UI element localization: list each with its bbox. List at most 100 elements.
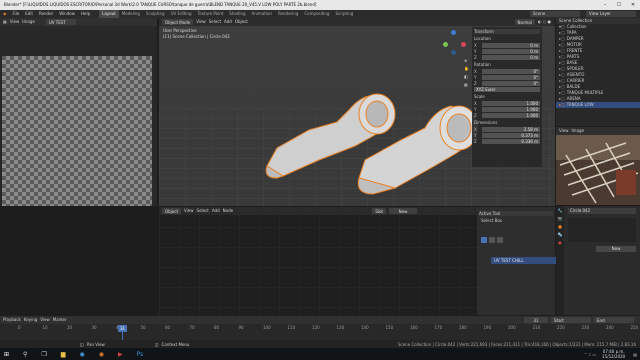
menu-edit[interactable]: Edit — [22, 10, 36, 18]
node-menu-select[interactable]: Select — [197, 207, 209, 215]
zoom-icon[interactable]: ⊕ — [464, 58, 469, 63]
navigation-gizmo[interactable] — [441, 30, 467, 56]
tray-icons[interactable]: ⌃ ♪ ▭ — [584, 352, 596, 357]
timeline-ruler[interactable]: 0102030405060708090100110120130140150160… — [0, 325, 640, 331]
material-icon[interactable]: ● — [558, 240, 562, 245]
maximize-icon[interactable]: ☐ — [612, 0, 626, 10]
uv-image-selector[interactable]: UV TEST — [45, 19, 76, 25]
timeline-menu-view[interactable]: View — [40, 316, 50, 324]
media-icon[interactable]: ▶ — [118, 351, 123, 358]
tab-sculpting[interactable]: Sculpting — [143, 10, 168, 18]
new-material-button[interactable]: New — [389, 208, 417, 214]
menu-file[interactable]: File — [10, 10, 23, 18]
timeline-menu-marker[interactable]: Marker — [53, 316, 67, 324]
tab-scripting[interactable]: Scripting — [332, 10, 356, 18]
photoshop-icon[interactable]: Ps — [137, 351, 144, 358]
material-slot-list[interactable] — [568, 218, 636, 242]
close-icon[interactable]: ✕ — [626, 0, 640, 10]
location-z-row[interactable]: Z0 m — [474, 54, 540, 60]
end-frame-field[interactable]: End — [594, 317, 634, 323]
minimize-icon[interactable]: – — [598, 0, 612, 10]
menu-render[interactable]: Render — [36, 10, 56, 18]
reference-photo — [556, 135, 640, 205]
uv-editor[interactable]: ▦ View Image UV TEST — [0, 18, 157, 206]
notification-icon[interactable]: ▤ — [633, 352, 637, 357]
tab-modeling[interactable]: Modeling — [119, 10, 143, 18]
rotation-mode[interactable]: XYZ Euler — [474, 86, 540, 92]
image-menu-image[interactable]: Image — [572, 127, 585, 135]
current-frame-field[interactable]: 31 — [524, 317, 548, 323]
pan-icon[interactable]: ✋ — [464, 66, 469, 71]
node-editor-type[interactable]: Object — [162, 208, 182, 214]
gizmo-neg-z-dot — [451, 50, 456, 55]
timeline-menu-playback[interactable]: Playback — [3, 316, 21, 324]
outliner[interactable]: Scene Collection ▾▢ Collection ▸▢ TAPA ▸▢ D… — [556, 18, 640, 126]
start-frame-field[interactable]: Start — [551, 317, 591, 323]
image-menu-view[interactable]: View — [559, 127, 569, 135]
active-tool-name[interactable]: Select Box — [481, 218, 553, 223]
browser-icon[interactable]: ◉ — [79, 351, 84, 358]
blender-logo-icon[interactable]: ◉ — [0, 10, 10, 18]
scale-y-row[interactable]: Y 1.000 — [474, 106, 540, 112]
node-editor-header: Object View Select Add Node Slot New — [159, 207, 477, 215]
location-x-row[interactable]: X0 m — [474, 42, 540, 48]
select-extend-icon[interactable] — [489, 237, 495, 243]
tab-rendering[interactable]: Rendering — [275, 10, 301, 18]
slot-selector[interactable]: Slot — [372, 208, 386, 214]
object-icon[interactable]: ■ — [558, 224, 562, 229]
timeline[interactable]: Playback Keying View Marker 31 Start End… — [0, 316, 640, 340]
tab-texture-paint[interactable]: Texture Paint — [194, 10, 226, 18]
view-layer-selector[interactable]: View Layer — [586, 11, 636, 17]
3d-viewport[interactable]: Object Mode View Select Add Object Norma… — [159, 18, 555, 206]
tab-shading[interactable]: Shading — [226, 10, 248, 18]
timeline-menu-keying[interactable]: Keying — [24, 316, 37, 324]
search-icon[interactable]: ⚲ — [23, 351, 27, 358]
scale-x-row[interactable]: X 1.000 — [474, 100, 540, 106]
task-view-icon[interactable]: ❐ — [41, 351, 46, 358]
shader-node-editor[interactable]: Object View Select Add Node Slot New — [159, 207, 477, 315]
rotation-x-row[interactable]: X 0° — [474, 68, 540, 74]
dimensions-z-row[interactable]: Z 0.336 m — [474, 138, 540, 144]
properties-editor[interactable]: 🔧 📷 ■ 🔩 ● Circle.042 New — [556, 206, 640, 315]
editor-type-icon[interactable]: ▦ — [3, 18, 7, 26]
select-box-icon[interactable] — [481, 237, 487, 243]
rotation-label: Rotation — [474, 62, 491, 67]
explorer-icon[interactable]: ▆ — [61, 351, 66, 358]
modifier-icon[interactable]: 🔩 — [558, 232, 563, 237]
mouse-context-icon: ◫ — [154, 341, 159, 347]
menu-window[interactable]: Window — [56, 10, 78, 18]
node-menu-node[interactable]: Node — [223, 207, 233, 215]
dimensions-y-row[interactable]: Y 0.373 m — [474, 132, 540, 138]
image-preview-editor[interactable]: View Image — [556, 127, 640, 205]
scale-z-row[interactable]: Z 1.000 — [474, 112, 540, 118]
scene-selector[interactable]: Scene — [530, 11, 580, 17]
tool-icon[interactable]: 🔧 — [558, 208, 563, 213]
playhead[interactable]: 31 — [118, 325, 127, 332]
node-menu-add[interactable]: Add — [212, 207, 220, 215]
timeline-tick-label: 230 — [581, 325, 590, 330]
grid-icon[interactable]: ▦ — [464, 82, 469, 87]
object-name-field[interactable]: Circle.042 — [568, 208, 636, 214]
render-icon[interactable]: 📷 — [558, 216, 563, 221]
blender-taskbar-icon[interactable]: ◉ — [99, 351, 104, 358]
tab-uv-editing[interactable]: UV Editing — [168, 10, 195, 18]
clock[interactable]: 07:40 p.m. 15/12/2020 — [602, 349, 625, 359]
tab-animation[interactable]: Animation — [249, 10, 275, 18]
viewport-nav-buttons: ⊕ ✋ ◧ ▦ — [464, 58, 469, 87]
start-menu-icon[interactable]: ⊞ — [4, 351, 9, 358]
status-middle-hint: Context Menu — [161, 341, 190, 347]
rotation-y-row[interactable]: Y 0° — [474, 74, 540, 80]
rotation-z-row[interactable]: Z 0° — [474, 80, 540, 86]
camera-icon[interactable]: ◧ — [464, 74, 469, 79]
tab-compositing[interactable]: Compositing — [301, 10, 332, 18]
location-y-row[interactable]: Y0 m — [474, 48, 540, 54]
new-material-props-button[interactable]: New — [596, 246, 636, 252]
outliner-item-selected[interactable]: ▸▢ TANQUE LOW — [556, 102, 640, 108]
tab-layout[interactable]: Layout — [99, 10, 119, 18]
dimensions-x-row[interactable]: X 2.58 m — [474, 126, 540, 132]
menu-help[interactable]: Help — [78, 10, 93, 18]
uv-menu-image[interactable]: Image — [22, 18, 35, 26]
select-subtract-icon[interactable] — [497, 237, 503, 243]
node-menu-view[interactable]: View — [184, 207, 194, 215]
uv-menu-view[interactable]: View — [10, 18, 20, 26]
